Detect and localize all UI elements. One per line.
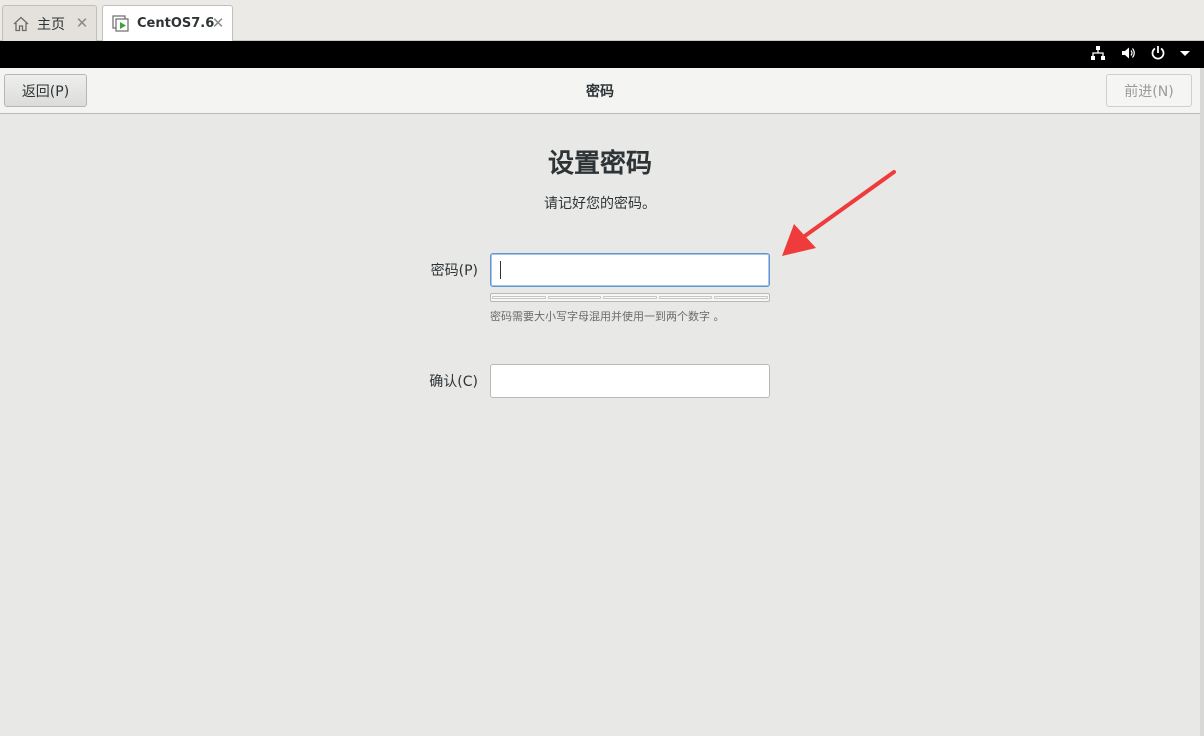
tab-centos[interactable]: CentOS7.6 ✕ bbox=[102, 5, 233, 41]
close-icon[interactable]: ✕ bbox=[74, 15, 90, 31]
chevron-down-icon[interactable] bbox=[1180, 48, 1190, 58]
annotation-arrow-icon bbox=[782, 170, 896, 256]
strength-segment bbox=[658, 296, 713, 299]
volume-icon[interactable] bbox=[1120, 45, 1136, 61]
spoke-header: 返回(P) 密码 前进(N) bbox=[0, 68, 1200, 114]
vm-icon bbox=[111, 14, 131, 34]
confirm-password-input[interactable] bbox=[490, 364, 770, 398]
confirm-label: 确认(C) bbox=[429, 374, 478, 390]
next-button[interactable]: 前进(N) bbox=[1106, 74, 1192, 107]
network-icon[interactable] bbox=[1090, 45, 1106, 61]
strength-segment bbox=[547, 296, 602, 299]
password-hint: 密码需要大小写字母混用并使用一到两个数字 。 bbox=[490, 310, 725, 323]
header-title: 密码 bbox=[586, 84, 614, 100]
tab-centos-label: CentOS7.6 bbox=[137, 16, 215, 31]
text-caret bbox=[500, 261, 501, 279]
password-label: 密码(P) bbox=[430, 263, 478, 279]
vm-tab-bar: 主页 ✕ CentOS7.6 ✕ bbox=[0, 0, 1204, 41]
password-input[interactable] bbox=[490, 253, 770, 287]
tab-home[interactable]: 主页 ✕ bbox=[2, 5, 97, 41]
page-title: 设置密码 bbox=[547, 149, 652, 179]
power-icon[interactable] bbox=[1150, 45, 1166, 61]
home-icon bbox=[11, 14, 31, 34]
strength-segment bbox=[603, 296, 657, 299]
window-edge bbox=[1200, 68, 1204, 736]
gnome-top-panel bbox=[0, 41, 1204, 68]
tab-home-label: 主页 bbox=[37, 16, 65, 33]
close-icon[interactable]: ✕ bbox=[210, 15, 226, 31]
page-subtitle: 请记好您的密码。 bbox=[544, 196, 656, 212]
password-strength-bar bbox=[490, 293, 770, 302]
strength-segment bbox=[492, 296, 546, 299]
strength-segment bbox=[714, 296, 768, 299]
